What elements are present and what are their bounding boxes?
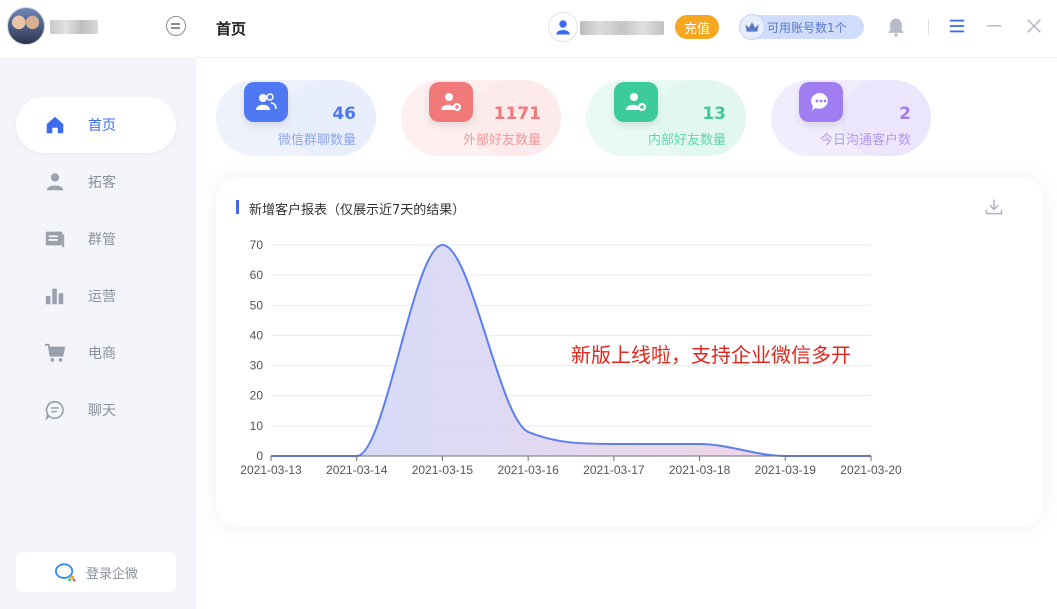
chat-bubble-icon: [799, 82, 843, 122]
avatar[interactable]: [7, 7, 45, 45]
bell-icon[interactable]: [886, 16, 906, 42]
sidebar-nav: 首页 拓客 群管 运营 电商 聊天: [16, 97, 176, 439]
shopping-cart-icon: [44, 342, 66, 364]
x-tick-label: 2021-03-15: [412, 463, 474, 477]
header: 首页 充值 可用账号数1个: [196, 0, 1057, 58]
close-icon[interactable]: [1025, 17, 1043, 39]
stat-card-today-customers[interactable]: 2 今日沟通客户数: [771, 80, 931, 156]
sidebar-header: [0, 0, 196, 58]
stat-value: 1171: [493, 104, 541, 124]
sidebar-item-operations[interactable]: 运营: [16, 268, 176, 324]
collapse-menu-icon[interactable]: [166, 16, 186, 36]
sidebar-item-group-manage[interactable]: 群管: [16, 211, 176, 267]
y-tick-label: 30: [250, 359, 264, 373]
stat-card-external-friends[interactable]: 1171 外部好友数量: [401, 80, 561, 156]
page-title: 首页: [216, 20, 247, 38]
sidebar-item-label: 拓客: [88, 175, 116, 191]
stat-label: 内部好友数量: [647, 133, 726, 148]
sidebar-item-prospect[interactable]: 拓客: [16, 154, 176, 210]
y-tick-label: 60: [250, 268, 264, 282]
y-tick-label: 0: [256, 449, 263, 463]
stat-card-internal-friends[interactable]: 13 内部好友数量: [586, 80, 746, 156]
stat-label: 微信群聊数量: [277, 133, 356, 148]
x-tick-label: 2021-03-18: [669, 463, 731, 477]
wecom-icon: [54, 563, 76, 582]
add-contact-icon: [614, 82, 658, 122]
x-tick-label: 2021-03-16: [497, 463, 559, 477]
sidebar-item-chat[interactable]: 聊天: [16, 382, 176, 438]
chat-icon: [44, 399, 66, 421]
available-accounts-badge[interactable]: 可用账号数1个: [739, 14, 864, 40]
stat-value: 46: [332, 104, 356, 124]
minimize-icon[interactable]: [985, 17, 1003, 39]
y-tick-label: 70: [250, 238, 264, 252]
x-tick-label: 2021-03-19: [755, 463, 817, 477]
group-users-icon: [244, 82, 288, 122]
y-tick-label: 40: [250, 328, 264, 342]
sidebar-item-label: 聊天: [88, 403, 116, 419]
sidebar: 首页 拓客 群管 运营 电商 聊天 登录企微: [0, 0, 196, 609]
home-icon: [44, 114, 66, 136]
group-manage-icon: [44, 228, 66, 250]
stat-value: 13: [702, 104, 726, 124]
recharge-button[interactable]: 充值: [675, 15, 719, 39]
y-tick-label: 50: [250, 298, 264, 312]
new-customers-report-panel: 新增客户报表（仅展示近7天的结果） 0 10 20 30 40 50 60 70 2021-03…: [216, 178, 1043, 526]
login-wecom-button[interactable]: 登录企微: [16, 552, 176, 592]
sidebar-item-home[interactable]: 首页: [16, 97, 176, 153]
y-tick-label: 10: [250, 419, 264, 433]
x-tick-label: 2021-03-14: [326, 463, 388, 477]
stat-card-wechat-groups[interactable]: 46 微信群聊数量: [216, 80, 376, 156]
menu-icon[interactable]: [948, 17, 966, 39]
promo-text: 新版上线啦，支持企业微信多开: [571, 343, 851, 367]
stat-label: 外部好友数量: [462, 133, 541, 148]
person-icon: [44, 171, 66, 193]
accounts-label: 可用账号数1个: [767, 20, 847, 35]
username-redacted: [50, 20, 98, 34]
account-name-redacted: [580, 21, 664, 35]
stat-value: 2: [899, 104, 911, 124]
sidebar-item-label: 首页: [88, 118, 116, 134]
header-divider: [928, 19, 929, 35]
sidebar-item-ecommerce[interactable]: 电商: [16, 325, 176, 381]
x-tick-label: 2021-03-13: [240, 463, 302, 477]
crown-icon: [739, 14, 765, 40]
x-tick-label: 2021-03-17: [583, 463, 645, 477]
bar-chart-icon: [44, 285, 66, 307]
sidebar-item-label: 运营: [88, 289, 116, 305]
stat-label: 今日沟通客户数: [819, 133, 911, 148]
sidebar-item-label: 群管: [88, 232, 116, 248]
add-friend-icon: [429, 82, 473, 122]
sidebar-item-label: 电商: [88, 346, 116, 362]
login-label: 登录企微: [85, 566, 138, 582]
user-icon[interactable]: [548, 12, 578, 42]
x-tick-label: 2021-03-20: [840, 463, 902, 477]
y-tick-label: 20: [250, 389, 264, 403]
